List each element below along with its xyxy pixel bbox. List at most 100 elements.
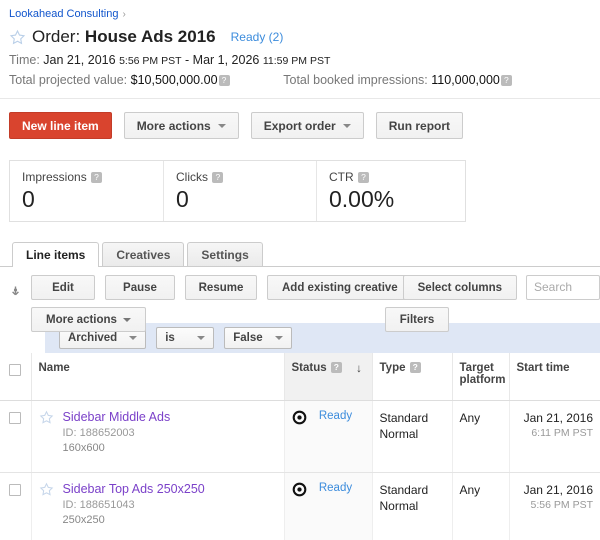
pin-icon <box>12 286 19 296</box>
export-order-label: Export order <box>263 118 336 133</box>
filters-button[interactable]: Filters <box>385 307 449 332</box>
time-dash: - <box>185 53 190 67</box>
resume-button[interactable]: Resume <box>185 275 257 300</box>
projected-value-label: Total projected value: <box>9 73 128 87</box>
table-row: Sidebar Top Ads 250x250 ID: 188651043 25… <box>0 472 600 540</box>
line-item-name-link[interactable]: Sidebar Middle Ads <box>63 410 171 424</box>
row-select-cell <box>0 472 31 540</box>
help-icon[interactable]: ? <box>409 362 421 373</box>
chevron-down-icon <box>217 123 226 128</box>
help-icon[interactable]: ? <box>330 362 342 373</box>
favorite-star-icon[interactable] <box>9 29 26 46</box>
table-toolbar: Edit Pause Resume Add existing creative … <box>0 267 600 332</box>
column-header-status-label: Status <box>291 362 327 374</box>
line-item-name-link[interactable]: Sidebar Top Ads 250x250 <box>63 482 205 496</box>
row-start-time: 5:56 PM PST <box>530 498 593 511</box>
row-name-cell: Sidebar Middle Ads ID: 188652003 160x600 <box>30 400 284 473</box>
time-start-time: 5:56 PM PST <box>119 55 182 67</box>
order-detail-page: Lookahead Consulting › Order: House Ads 2… <box>0 0 600 540</box>
projected-value: $10,500,000.00 <box>130 73 218 87</box>
filter-operator-dropdown[interactable]: is <box>156 327 215 349</box>
favorite-star-icon[interactable] <box>39 410 54 425</box>
filters-button-wrap: Filters <box>385 307 449 332</box>
favorite-star-icon[interactable] <box>39 482 54 497</box>
line-item-id: ID: 188651043 <box>62 498 135 511</box>
row-status-link[interactable]: Ready <box>319 410 352 422</box>
column-header-start-time-label: Start time <box>516 362 570 374</box>
pause-button[interactable]: Pause <box>105 275 175 300</box>
help-icon[interactable]: ? <box>358 172 370 183</box>
time-label: Time: <box>9 53 40 67</box>
stat-clicks-value: 0 <box>176 186 189 212</box>
line-item-size: 250x250 <box>62 513 105 526</box>
line-items-panel: Edit Pause Resume Add existing creative … <box>0 267 600 540</box>
stat-clicks-label: Clicks <box>176 170 208 184</box>
help-icon[interactable]: ? <box>91 172 103 183</box>
run-report-button[interactable]: Run report <box>375 112 464 139</box>
breadcrumb-link-account[interactable]: Lookahead Consulting <box>9 8 118 20</box>
tab-bar: Line items Creatives Settings <box>0 242 600 267</box>
order-status-badge[interactable]: Ready (2) <box>231 30 284 44</box>
row-start-date: Jan 21, 2016 <box>523 410 593 425</box>
select-columns-button[interactable]: Select columns <box>402 275 517 300</box>
time-end-time: 11:59 PM PST <box>262 55 331 67</box>
column-header-status[interactable]: Status ? ↓ <box>283 353 372 401</box>
chevron-down-icon <box>122 317 131 322</box>
sort-descending-icon[interactable]: ↓ <box>356 363 362 375</box>
breadcrumb-separator: › <box>122 9 126 20</box>
column-header-target-platform[interactable]: Target platform <box>451 353 509 401</box>
stat-impressions: Impressions ? 0 <box>10 161 163 221</box>
row-status-link[interactable]: Ready <box>319 482 352 494</box>
stat-label: Clicks ? <box>176 170 316 185</box>
row-type-line2: Normal <box>379 426 419 441</box>
stat-ctr: CTR ? 0.00% <box>316 161 465 221</box>
tab-settings[interactable]: Settings <box>187 242 263 267</box>
new-line-item-button[interactable]: New line item <box>9 112 112 139</box>
row-status-cell: Ready <box>283 400 372 473</box>
page-title-row: Order: House Ads 2016 Ready (2) <box>0 24 600 51</box>
filter-value-dropdown[interactable]: False <box>224 327 292 349</box>
more-actions-button[interactable]: More actions <box>123 112 239 139</box>
select-all-header <box>0 353 31 401</box>
edit-button[interactable]: Edit <box>31 275 95 300</box>
stat-label: CTR ? <box>329 170 465 185</box>
table-row: Sidebar Middle Ads ID: 188652003 160x600… <box>0 400 600 473</box>
tab-line-items[interactable]: Line items <box>12 242 100 267</box>
row-start-time-cell: Jan 21, 2016 6:11 PM PST <box>508 400 600 473</box>
page-title-name: House Ads 2016 <box>84 27 216 46</box>
column-header-type[interactable]: Type ? <box>371 353 452 401</box>
booked-impressions-value: 110,000,000 <box>431 73 500 87</box>
filter-value-label: False <box>233 332 263 344</box>
help-icon[interactable]: ? <box>218 75 230 86</box>
toolbar-more-actions-label: More actions <box>46 313 117 326</box>
column-header-name[interactable]: Name <box>30 353 284 401</box>
order-time-line: Time: Jan 21, 2016 5:56 PM PST - Mar 1, … <box>0 51 600 71</box>
row-checkbox[interactable] <box>9 483 21 496</box>
help-icon[interactable]: ? <box>500 75 512 86</box>
pin-toolbar-icon-wrap[interactable] <box>0 275 31 299</box>
preview-eye-icon[interactable] <box>292 482 307 497</box>
column-header-type-label: Type <box>379 362 406 374</box>
stat-ctr-label: CTR <box>329 170 354 184</box>
row-type-line2: Normal <box>379 498 419 513</box>
table-header-row: Name Status ? ↓ Type ? Target platform S… <box>0 353 600 401</box>
time-end-date: Mar 1, 2026 <box>192 53 260 67</box>
search-input[interactable]: Search <box>526 275 600 300</box>
row-type-line1: Standard <box>379 482 429 497</box>
chevron-down-icon <box>129 336 138 340</box>
row-checkbox[interactable] <box>9 411 21 424</box>
column-header-start-time[interactable]: Start time <box>508 353 600 401</box>
chevron-down-icon <box>197 336 206 340</box>
help-icon[interactable]: ? <box>212 172 224 183</box>
tab-creatives[interactable]: Creatives <box>102 242 185 267</box>
toolbar-row-secondary: More actions <box>31 307 146 332</box>
row-name-cell: Sidebar Top Ads 250x250 ID: 188651043 25… <box>30 472 284 540</box>
page-title: Order: House Ads 2016 <box>32 26 216 48</box>
chevron-down-icon <box>342 123 351 128</box>
select-all-checkbox[interactable] <box>9 364 21 376</box>
export-order-button[interactable]: Export order <box>250 112 364 139</box>
breadcrumb: Lookahead Consulting › <box>0 0 600 24</box>
toolbar-more-actions-button[interactable]: More actions <box>31 307 146 332</box>
stat-clicks: Clicks ? 0 <box>163 161 316 221</box>
preview-eye-icon[interactable] <box>292 410 307 425</box>
